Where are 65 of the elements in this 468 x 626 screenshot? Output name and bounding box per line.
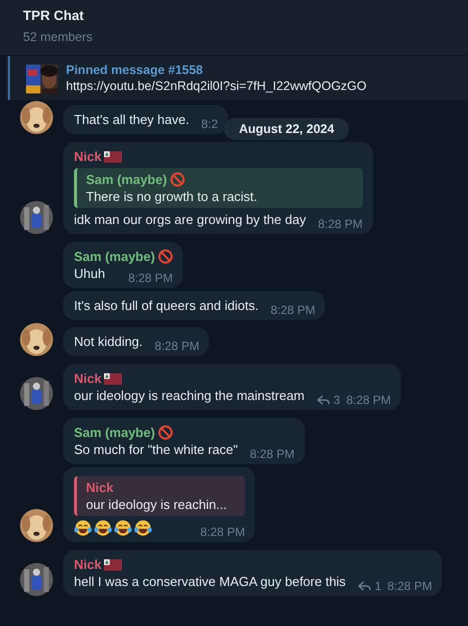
- dog-avatar[interactable]: [20, 509, 53, 542]
- reply-quote[interactable]: Nick our ideology is reachin...: [74, 476, 245, 516]
- message-bubble[interactable]: Nick hell I was a conservative MAGA guy before this 1 8:28 PM: [63, 550, 442, 596]
- sender-name[interactable]: Sam (maybe): [74, 424, 155, 441]
- reply-icon: [316, 394, 330, 406]
- date-label: August 22, 2024: [224, 118, 350, 140]
- laughing-emoji-icon: [114, 519, 132, 537]
- user-avatar[interactable]: [20, 563, 53, 596]
- flag-icon: [104, 150, 122, 162]
- message-time: 8:28 PM: [318, 217, 363, 231]
- message-time: 8:28 PM: [270, 303, 316, 317]
- sender-name[interactable]: Nick: [74, 556, 102, 573]
- message-bubble[interactable]: Not kidding. 8:28 PM: [63, 327, 210, 356]
- message-text: Not kidding.: [74, 333, 143, 351]
- member-count: 52 members: [23, 29, 94, 46]
- flag-icon: [104, 372, 122, 384]
- message-bubble[interactable]: Nick our ideology is reachin... 8:28 PM: [63, 467, 255, 542]
- sender-name[interactable]: Nick: [74, 370, 102, 387]
- sender-name[interactable]: Nick: [74, 148, 102, 165]
- message-text: idk man our orgs are growing by the day: [74, 211, 306, 229]
- message-time: 8:28 PM: [346, 393, 391, 407]
- message-text: Uhuh: [74, 265, 106, 283]
- message-bubble[interactable]: Nick our ideology is reaching the mainstream 3 8:28 PM: [63, 364, 401, 410]
- message-time: 8:28 PM: [250, 447, 295, 461]
- message-text: hell I was a conservative MAGA guy before this: [74, 573, 346, 591]
- message-bubble[interactable]: It's also full of queers and idiots. 8:28 PM: [63, 291, 326, 320]
- message-bubble[interactable]: That's all they have. 8:2: [63, 105, 228, 134]
- reply-count[interactable]: 3: [316, 393, 340, 407]
- quoted-sender: Nick: [86, 479, 114, 496]
- prohibited-icon: [158, 249, 173, 264]
- dog-avatar[interactable]: [20, 101, 53, 134]
- reply-number: 3: [334, 393, 340, 407]
- reply-icon: [358, 580, 371, 592]
- message-text: our ideology is reaching the mainstream: [74, 387, 305, 405]
- quoted-sender: Sam (maybe): [86, 171, 167, 188]
- reply-number: 1: [374, 579, 382, 593]
- quoted-text: our ideology is reachin...: [86, 496, 228, 513]
- message-time: 8:28 PM: [387, 579, 432, 593]
- laughing-emoji-icon: [94, 519, 112, 537]
- pinned-message-bar[interactable]: Pinned message #1558 https://youtu.be/S2nRdq2il0I?si=7fH_I22wwfQOGzGO: [6, 56, 468, 100]
- message-text: That's all they have.: [74, 111, 190, 129]
- reply-quote[interactable]: Sam (maybe) There is no growth to a racist.: [74, 168, 363, 208]
- message-time: 8:28 PM: [128, 271, 173, 285]
- laughing-emoji-icon: [134, 519, 152, 537]
- message-text: It's also full of queers and idiots.: [74, 297, 259, 315]
- pinned-link[interactable]: https://youtu.be/S2nRdq2il0I?si=7fH_I22wwfQOGzGO: [66, 78, 367, 95]
- user-avatar[interactable]: [20, 201, 53, 234]
- message-bubble[interactable]: Nick Sam (maybe) There is no growth to a racist. idk man our orgs are growing by the day 8:28 PM: [63, 142, 373, 234]
- message-time: 8:28 PM: [154, 339, 200, 353]
- prohibited-icon: [170, 172, 185, 187]
- message-text: So much for "the white race": [74, 441, 238, 459]
- reply-count[interactable]: 1: [358, 579, 382, 593]
- message-bubble[interactable]: Sam (maybe) Uhuh 8:28 PM: [63, 242, 183, 288]
- message-time: 8:28 PM: [200, 525, 245, 539]
- sender-name[interactable]: Sam (maybe): [74, 248, 155, 265]
- message-bubble[interactable]: Sam (maybe) So much for "the white race" 8:28 PM: [63, 418, 305, 464]
- chat-title: TPR Chat: [23, 7, 85, 25]
- prohibited-icon: [158, 425, 173, 440]
- flag-icon: [104, 558, 122, 570]
- user-avatar[interactable]: [20, 377, 53, 410]
- dog-avatar[interactable]: [20, 323, 53, 356]
- message-time: 8:2: [201, 117, 218, 131]
- laughing-emoji-icon: [74, 519, 92, 537]
- pinned-title: Pinned message #1558: [66, 62, 204, 78]
- quoted-text: There is no growth to a racist.: [86, 188, 258, 205]
